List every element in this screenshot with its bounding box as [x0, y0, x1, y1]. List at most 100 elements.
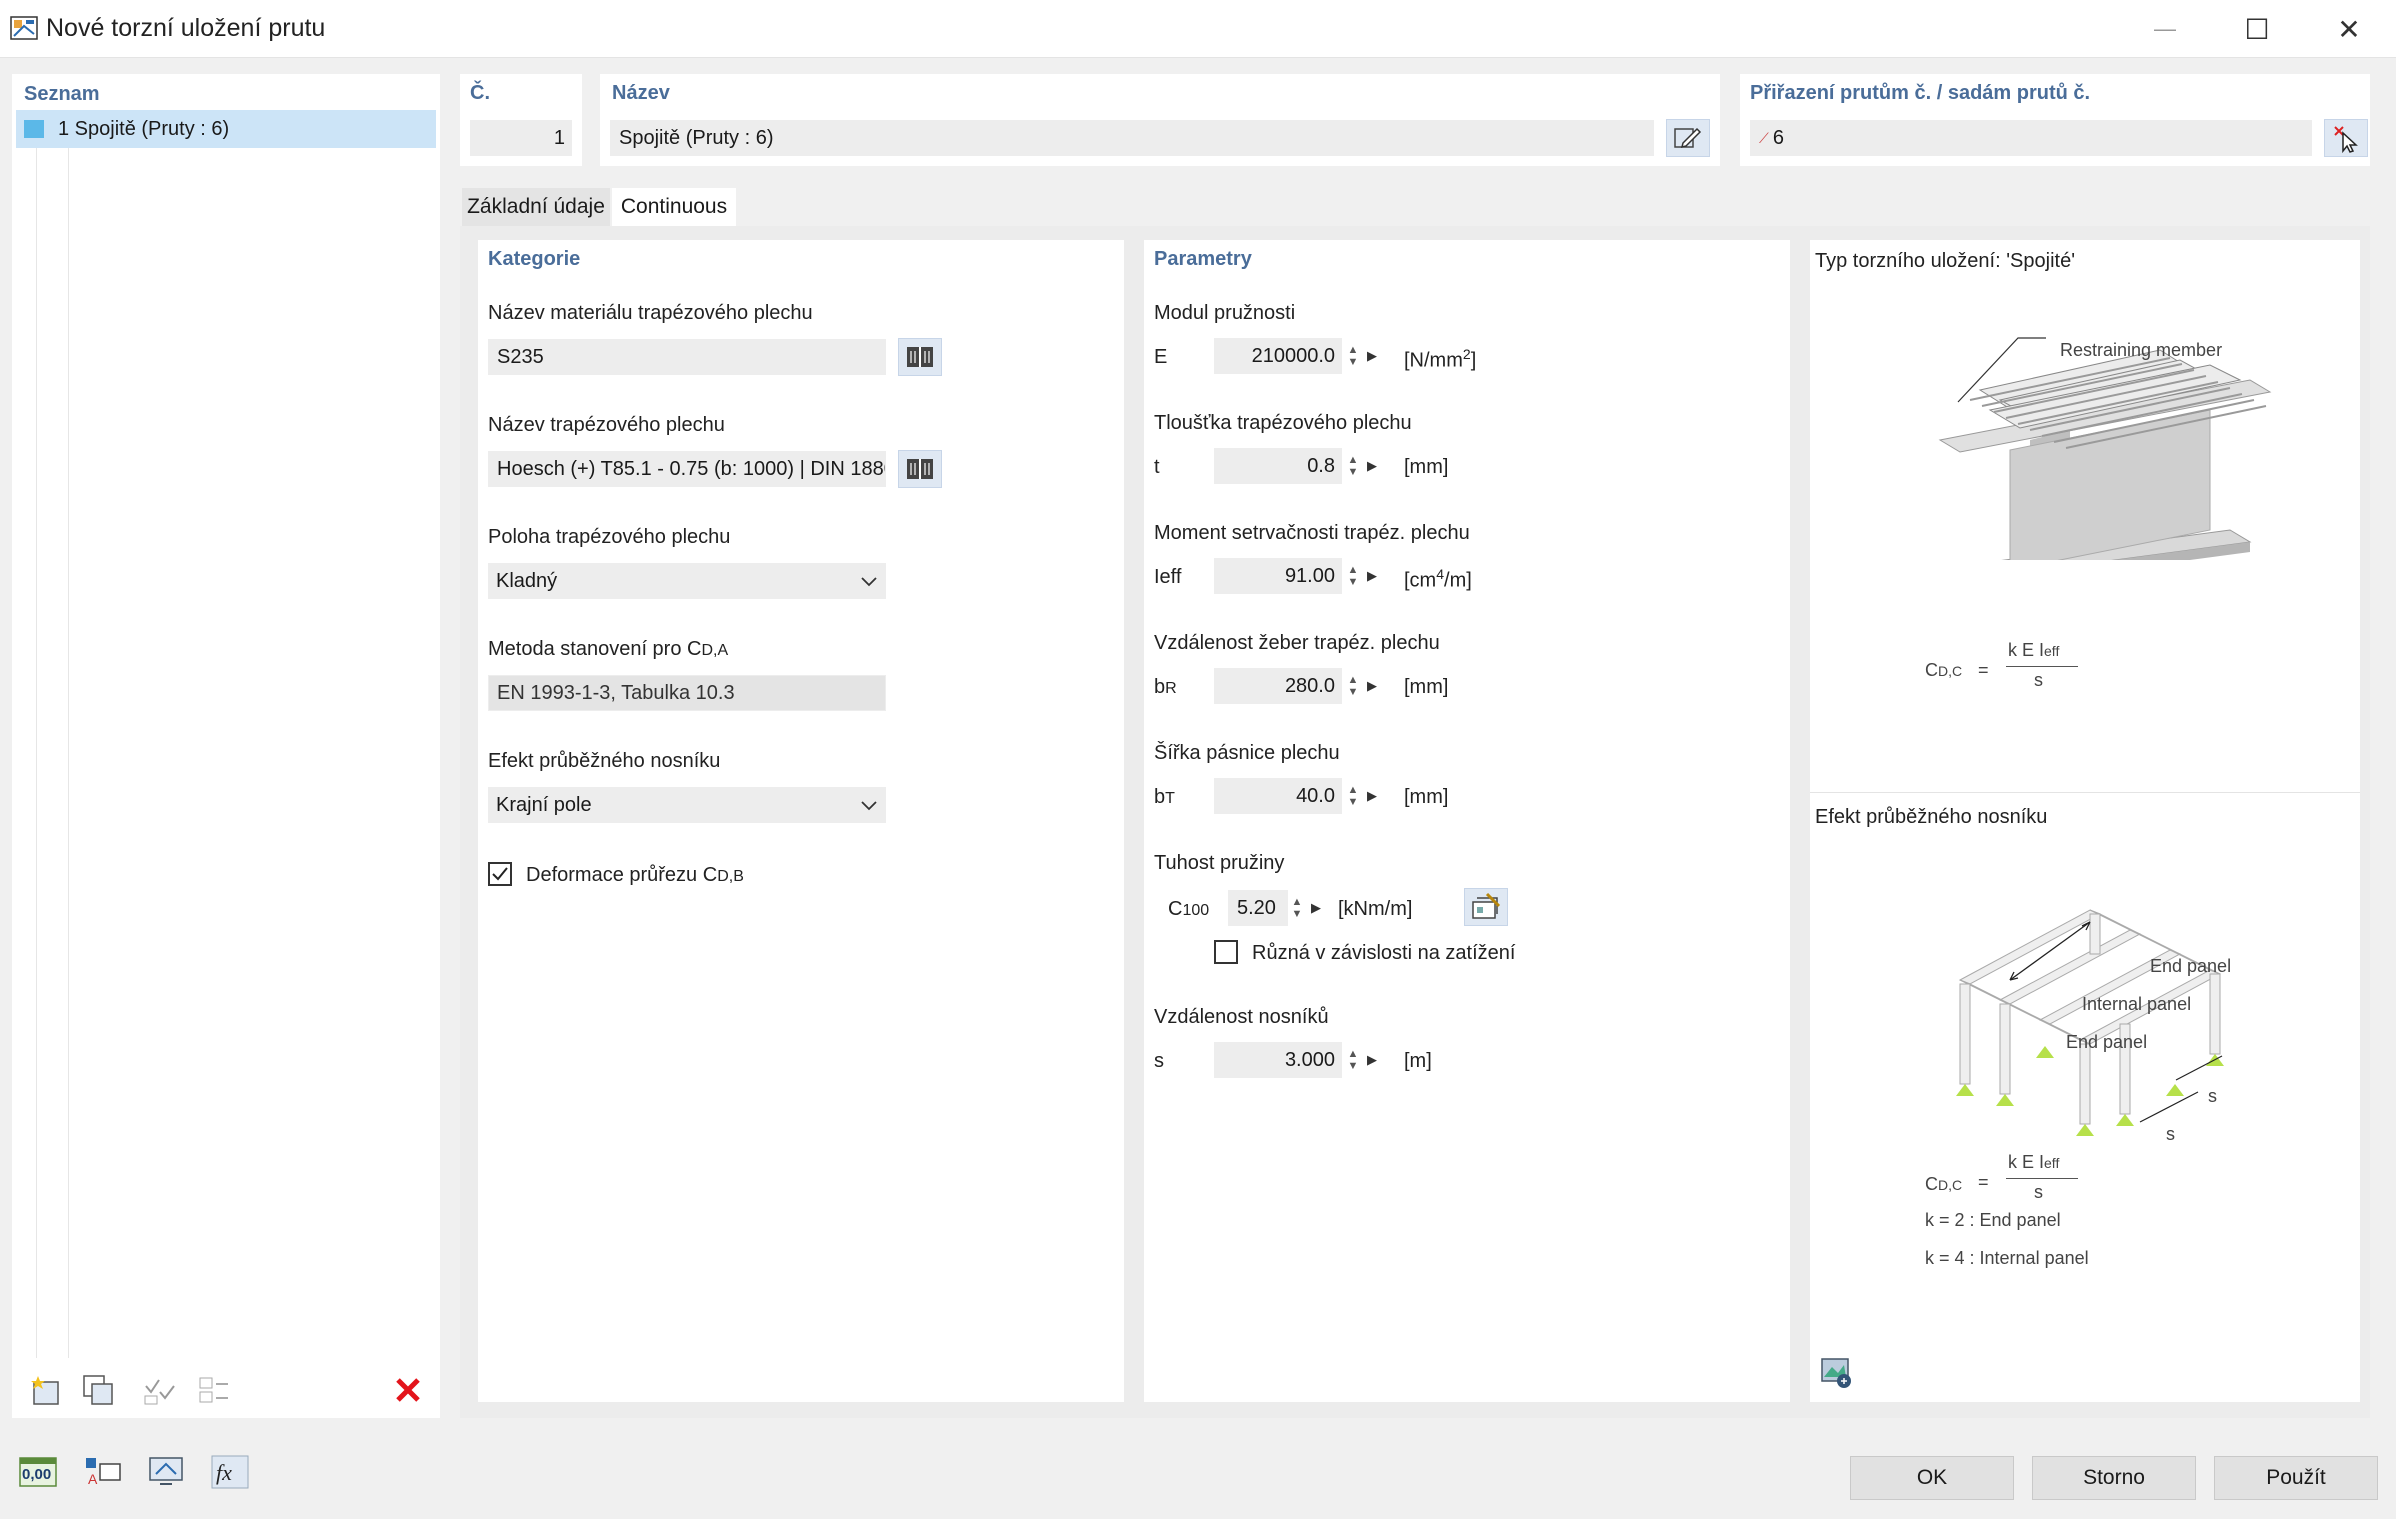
title-bar: Nové torzní uložení prutu — ☐ ✕ — [0, 0, 2396, 58]
list-header: Seznam — [24, 83, 100, 105]
select-cursor-icon — [2334, 126, 2358, 153]
formula1-numerator: k E Ieff — [2008, 640, 2059, 661]
bt-input[interactable]: 40.0 — [1214, 778, 1342, 814]
material-library-button[interactable] — [898, 338, 942, 376]
figure-divider — [1810, 792, 2360, 793]
formula2-denominator: s — [2034, 1182, 2043, 1202]
spin-up-icon: ▲ — [1347, 564, 1359, 576]
uncheck-button[interactable] — [192, 1370, 236, 1410]
display-options-button[interactable]: A — [80, 1452, 124, 1492]
c-spinner[interactable]: ▲ ▼ — [1288, 890, 1306, 926]
deformation-checkbox[interactable] — [488, 862, 512, 886]
bt-menu-button[interactable]: ▶ — [1364, 778, 1380, 814]
triangle-right-icon: ▶ — [1367, 678, 1377, 693]
t-spinner[interactable]: ▲ ▼ — [1344, 448, 1362, 484]
number-header: Č. — [470, 82, 490, 104]
load-dependent-label: Různá v závislosti na zatížení — [1252, 942, 1516, 964]
delete-icon — [396, 1378, 420, 1402]
window-title: Nové torzní uložení prutu — [46, 14, 326, 42]
s-spinner[interactable]: ▲ ▼ — [1344, 1042, 1362, 1078]
list-item-label: 1 Spojitě (Pruty : 6) — [58, 118, 230, 140]
assignment-field[interactable]: ⟋ 6 — [1750, 120, 2312, 156]
br-spinner[interactable]: ▲ ▼ — [1344, 668, 1362, 704]
s-unit: [m] — [1404, 1050, 1432, 1072]
t-input[interactable]: 0.8 — [1214, 448, 1342, 484]
c-calculator-button[interactable] — [1464, 888, 1508, 926]
i-spinner[interactable]: ▲ ▼ — [1344, 558, 1362, 594]
minimize-button[interactable]: — — [2134, 8, 2196, 50]
name-panel: Název Spojitě (Pruty : 6) — [600, 74, 1720, 166]
copy-icon — [83, 1375, 113, 1405]
c-unit: [kNm/m] — [1338, 898, 1413, 920]
method-label-text: Metoda stanovení pro C — [488, 638, 702, 660]
formula2-fraction-bar — [2006, 1178, 2078, 1179]
category-panel: Kategorie Název materiálu trapézového pl… — [478, 240, 1124, 1402]
view-button[interactable] — [144, 1452, 188, 1492]
i-unit-text: [cm — [1404, 569, 1437, 592]
checkmark-icon — [492, 867, 508, 881]
tab-basic[interactable]: Základní údaje — [462, 188, 610, 226]
name-field[interactable]: Spojitě (Pruty : 6) — [610, 120, 1654, 156]
ok-button[interactable]: OK — [1850, 1456, 2014, 1500]
list-item[interactable]: 1 Spojitě (Pruty : 6) — [16, 110, 436, 148]
spin-up-icon: ▲ — [1347, 454, 1359, 466]
i-input[interactable]: 91.00 — [1214, 558, 1342, 594]
formula1-num-main: k E I — [2008, 640, 2045, 660]
number-panel: Č. 1 — [460, 74, 582, 166]
tab-continuous[interactable]: Continuous — [612, 188, 736, 226]
bt-spinner[interactable]: ▲ ▼ — [1344, 778, 1362, 814]
formula1-eq: = — [1978, 660, 1989, 680]
material-field[interactable]: S235 — [488, 339, 886, 375]
deformation-label-subscript: D,B — [717, 868, 744, 885]
chevron-down-icon — [861, 801, 877, 811]
e-menu-button[interactable]: ▶ — [1364, 338, 1380, 374]
s-input[interactable]: 3.000 — [1214, 1042, 1342, 1078]
name-header: Název — [612, 82, 670, 104]
figure-panel: Typ torzního uložení: 'Spojité' Restrain… — [1810, 240, 2360, 1402]
deformation-label-text: Deformace průřezu C — [526, 864, 718, 886]
c-input[interactable]: 5.20 — [1228, 890, 1288, 926]
e-spinner[interactable]: ▲ ▼ — [1344, 338, 1362, 374]
cancel-button[interactable]: Storno — [2032, 1456, 2196, 1500]
c-symbol: C100 — [1168, 898, 1209, 921]
close-button[interactable]: ✕ — [2318, 8, 2380, 50]
effect-select[interactable]: Krajní pole — [488, 787, 886, 823]
s-menu-button[interactable]: ▶ — [1364, 1042, 1380, 1078]
br-symbol-sub: R — [1165, 680, 1177, 697]
units-button[interactable]: 0,00 — [16, 1452, 60, 1492]
formula-editor-button[interactable]: fx — [208, 1452, 252, 1492]
member-icon: ⟋ — [1759, 129, 1769, 146]
sheet-library-button[interactable] — [898, 450, 942, 488]
formula2-eq: = — [1978, 1172, 1989, 1192]
triangle-right-icon: ▶ — [1367, 788, 1377, 803]
category-header: Kategorie — [488, 248, 581, 270]
i-menu-button[interactable]: ▶ — [1364, 558, 1380, 594]
delete-button[interactable] — [386, 1370, 430, 1410]
method-label: Metoda stanovení pro CD,A — [488, 638, 728, 661]
copy-item-button[interactable] — [76, 1370, 120, 1410]
t-menu-button[interactable]: ▶ — [1364, 448, 1380, 484]
pick-members-button[interactable] — [2324, 119, 2368, 157]
c-menu-button[interactable]: ▶ — [1308, 890, 1324, 926]
e-input[interactable]: 210000.0 — [1214, 338, 1342, 374]
maximize-button[interactable]: ☐ — [2226, 8, 2288, 50]
position-label: Poloha trapézového plechu — [488, 526, 731, 548]
t-label: Tloušťka trapézového plechu — [1154, 412, 1412, 434]
br-symbol-text: b — [1154, 676, 1166, 698]
view-model-icon — [149, 1457, 183, 1485]
load-dependent-checkbox[interactable] — [1214, 940, 1238, 964]
edit-name-button[interactable] — [1666, 119, 1710, 157]
position-select[interactable]: Kladný — [488, 563, 886, 599]
br-menu-button[interactable]: ▶ — [1364, 668, 1380, 704]
apply-button[interactable]: Použít — [2214, 1456, 2378, 1500]
sheet-field[interactable]: Hoesch (+) T85.1 - 0.75 (b: 1000) | DIN … — [488, 451, 886, 487]
t-unit: [mm] — [1404, 456, 1449, 478]
check-all-button[interactable] — [138, 1370, 182, 1410]
br-input[interactable]: 280.0 — [1214, 668, 1342, 704]
uncheck-icon — [199, 1377, 228, 1403]
figure-export-button[interactable] — [1814, 1352, 1858, 1392]
number-field[interactable]: 1 — [470, 120, 572, 156]
s-label: Vzdálenost nosníků — [1154, 1006, 1329, 1028]
picture-export-icon — [1821, 1358, 1851, 1388]
new-item-button[interactable] — [24, 1370, 68, 1410]
